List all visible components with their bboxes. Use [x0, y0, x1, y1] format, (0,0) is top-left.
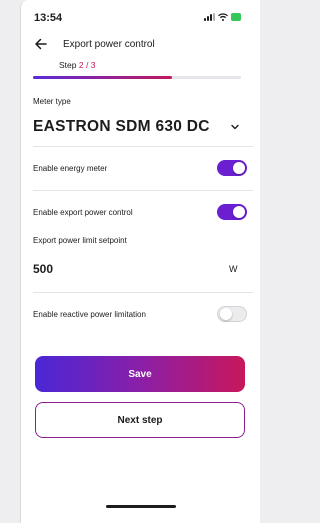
divider — [33, 146, 253, 147]
battery-icon — [231, 13, 241, 21]
wifi-icon — [218, 13, 228, 21]
signal-icon — [204, 13, 215, 21]
divider — [33, 292, 253, 293]
chevron-down-icon[interactable] — [229, 121, 241, 133]
reactive-limit-toggle[interactable] — [217, 306, 247, 322]
toggle-knob — [220, 308, 232, 320]
meter-type-label: Meter type — [33, 97, 71, 106]
reactive-limit-label: Enable reactive power limitation — [33, 310, 146, 319]
export-control-label: Enable export power control — [33, 208, 133, 217]
step-prefix: Step — [59, 60, 79, 70]
save-button[interactable]: Save — [35, 356, 245, 392]
header: Export power control — [21, 34, 241, 58]
home-indicator — [106, 505, 176, 508]
step-progress-fill — [33, 76, 172, 79]
phone-screen: 13:54 Export power control Step 2 / 3 Me… — [20, 0, 260, 523]
export-limit-input[interactable]: 500 — [33, 262, 53, 276]
divider — [33, 190, 253, 191]
toggle-knob — [233, 206, 245, 218]
step-separator: / — [83, 60, 91, 70]
status-icons — [204, 13, 241, 21]
export-control-toggle[interactable] — [217, 204, 247, 220]
energy-meter-label: Enable energy meter — [33, 164, 108, 173]
export-limit-unit: W — [229, 264, 238, 274]
step-indicator: Step 2 / 3 — [21, 60, 241, 70]
step-progress-bar — [33, 76, 241, 79]
status-time: 13:54 — [34, 12, 63, 24]
meter-type-select[interactable]: EASTRON SDM 630 DC — [33, 118, 210, 136]
toggle-knob — [233, 162, 245, 174]
step-total: 3 — [90, 60, 96, 70]
page-title: Export power control — [63, 39, 155, 50]
energy-meter-toggle[interactable] — [217, 160, 247, 176]
next-step-button[interactable]: Next step — [35, 402, 245, 438]
status-bar: 13:54 — [21, 0, 241, 34]
export-limit-label: Export power limit setpoint — [33, 236, 127, 245]
